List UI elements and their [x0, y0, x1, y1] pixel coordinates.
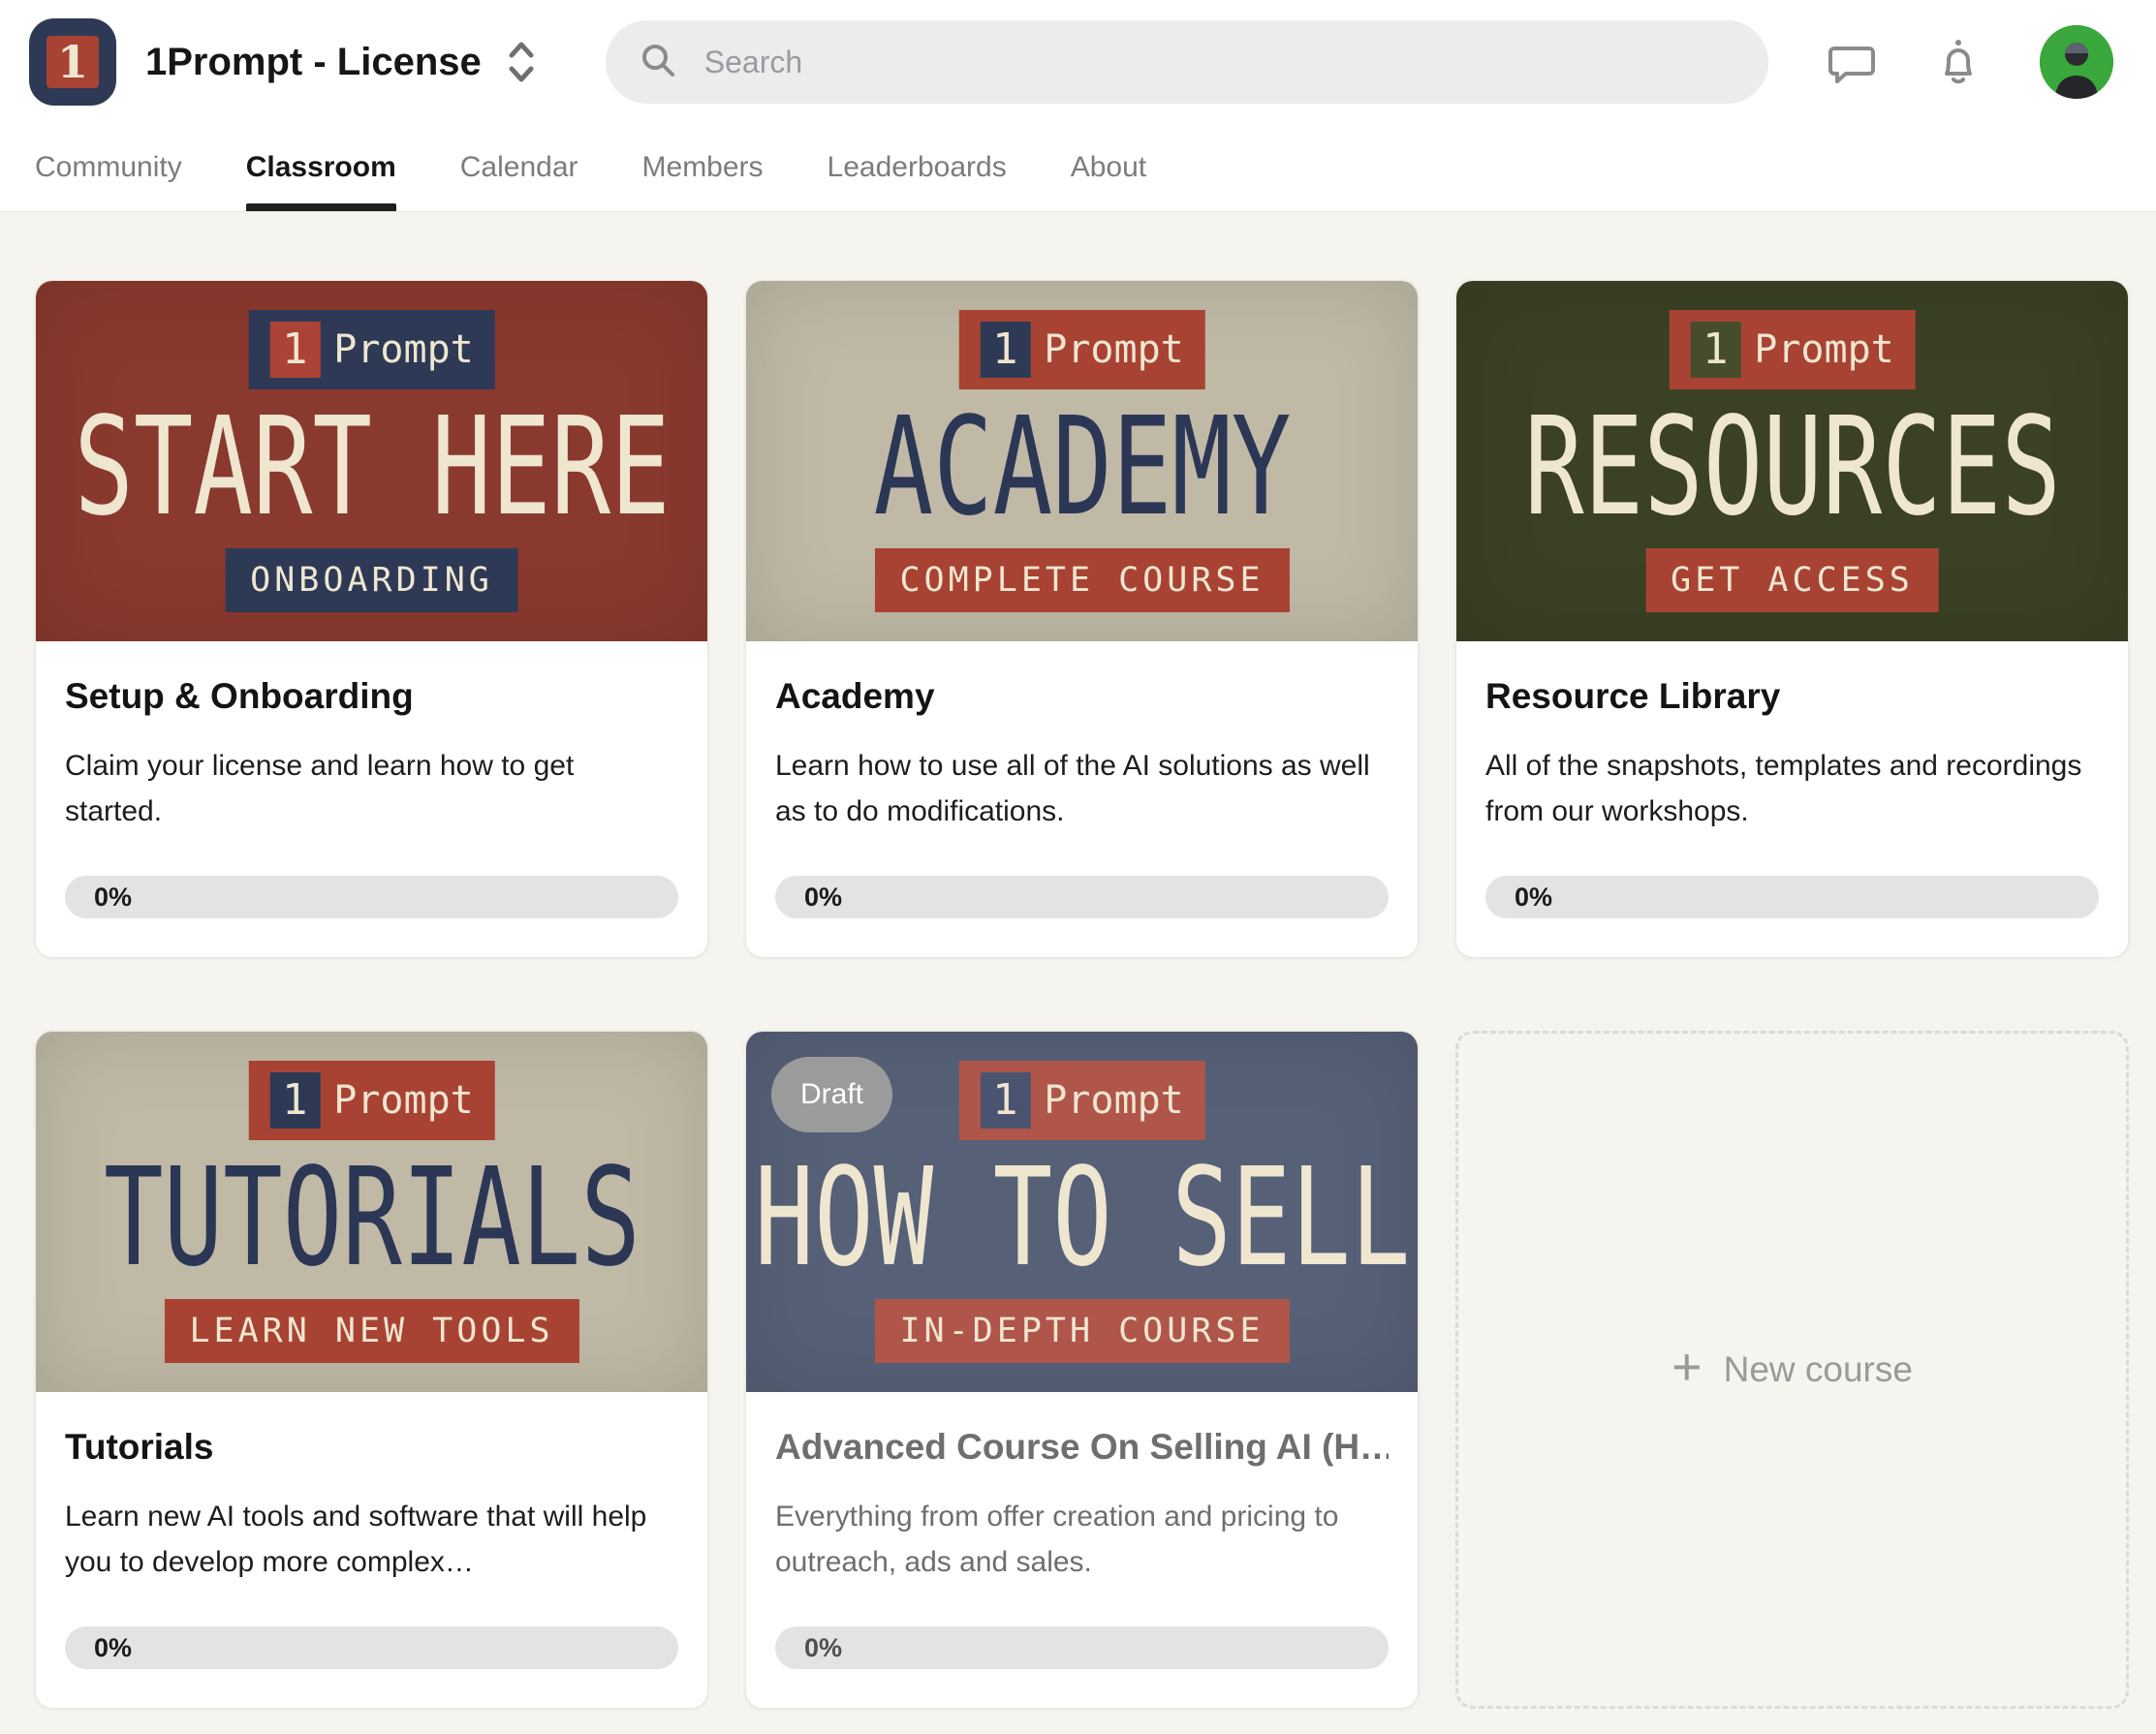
search-bar[interactable] — [606, 20, 1768, 104]
course-card-resource-library[interactable]: 1 Prompt RESOURCES GET ACCESS Resource L… — [1455, 280, 2129, 958]
course-card-tutorials[interactable]: 1 Prompt TUTORIALS LEARN NEW TOOLS Tutor… — [35, 1031, 708, 1709]
course-grid: 1 Prompt START HERE ONBOARDING Setup & O… — [0, 212, 2156, 1709]
community-logo[interactable]: 1 — [29, 18, 116, 106]
brand-badge-one: 1 — [269, 322, 320, 378]
community-switcher-icon[interactable] — [507, 41, 536, 83]
new-course-button[interactable]: + New course — [1455, 1031, 2129, 1709]
course-title: Setup & Onboarding — [65, 676, 678, 717]
chat-icon[interactable] — [1827, 37, 1877, 87]
course-description: Claim your license and learn how to get … — [65, 744, 678, 835]
brand-badge-word: Prompt — [1044, 327, 1184, 372]
banner-sublabel: LEARN NEW TOOLS — [164, 1299, 578, 1363]
course-title: Advanced Course On Selling AI (H… — [775, 1427, 1389, 1468]
brand-badge-one: 1 — [1690, 322, 1740, 378]
course-banner: 1 Prompt START HERE ONBOARDING — [36, 281, 707, 641]
brand-badge: 1 Prompt — [248, 310, 495, 389]
progress-value: 0% — [804, 882, 842, 913]
banner-sublabel: COMPLETE COURSE — [874, 548, 1289, 612]
course-description: Learn new AI tools and software that wil… — [65, 1495, 678, 1586]
course-title: Resource Library — [1485, 676, 2099, 717]
search-input[interactable] — [703, 44, 1735, 81]
community-logo-glyph: 1 — [47, 36, 99, 88]
course-banner: Draft 1 Prompt HOW TO SELL IN-DEPTH COUR… — [746, 1032, 1418, 1392]
course-card-body: Tutorials Learn new AI tools and softwar… — [36, 1392, 707, 1708]
progress-value: 0% — [94, 882, 132, 913]
brand-badge: 1 Prompt — [958, 1061, 1205, 1140]
tab-bar: Community Classroom Calendar Members Lea… — [0, 124, 2156, 211]
banner-sublabel: GET ACCESS — [1645, 548, 1939, 612]
course-card-advanced-selling-ai[interactable]: Draft 1 Prompt HOW TO SELL IN-DEPTH COUR… — [745, 1031, 1419, 1709]
plus-icon: + — [1672, 1341, 1703, 1393]
progress-value: 0% — [1515, 882, 1552, 913]
user-avatar[interactable] — [2040, 25, 2113, 99]
tab-about[interactable]: About — [1071, 124, 1146, 211]
course-card-body: Resource Library All of the snapshots, t… — [1456, 641, 2128, 957]
progress-value: 0% — [804, 1633, 842, 1663]
course-card-academy[interactable]: 1 Prompt ACADEMY COMPLETE COURSE Academy… — [745, 280, 1419, 958]
brand-badge-word: Prompt — [1044, 1078, 1184, 1123]
brand-badge-word: Prompt — [333, 1078, 474, 1123]
course-card-body: Academy Learn how to use all of the AI s… — [746, 641, 1418, 957]
tab-classroom[interactable]: Classroom — [246, 124, 396, 211]
progress-bar: 0% — [775, 1626, 1389, 1669]
progress-value: 0% — [94, 1633, 132, 1663]
banner-headline: ACADEMY — [873, 400, 1291, 536]
community-title: 1Prompt - License — [145, 41, 482, 84]
banner-headline: TUTORIALS — [104, 1151, 641, 1286]
brand-badge-word: Prompt — [1754, 327, 1894, 372]
banner-headline: HOW TO SELL — [754, 1151, 1410, 1286]
brand-badge: 1 Prompt — [1669, 310, 1916, 389]
draft-badge: Draft — [771, 1057, 892, 1132]
course-banner: 1 Prompt RESOURCES GET ACCESS — [1456, 281, 2128, 641]
course-card-body: Advanced Course On Selling AI (H… Everyt… — [746, 1392, 1418, 1708]
header-icons — [1827, 25, 2113, 99]
progress-bar: 0% — [775, 876, 1389, 918]
course-title: Tutorials — [65, 1427, 678, 1468]
course-title: Academy — [775, 676, 1389, 717]
course-card-body: Setup & Onboarding Claim your license an… — [36, 641, 707, 957]
tab-calendar[interactable]: Calendar — [460, 124, 578, 211]
banner-sublabel: IN-DEPTH COURSE — [874, 1299, 1289, 1363]
brand-badge: 1 Prompt — [248, 1061, 495, 1140]
brand-badge-word: Prompt — [333, 327, 474, 372]
course-description: Everything from offer creation and prici… — [775, 1495, 1389, 1586]
notifications-bell-icon[interactable] — [1933, 37, 1984, 87]
progress-bar: 0% — [65, 1626, 678, 1669]
banner-headline: START HERE — [74, 400, 670, 536]
course-card-setup-onboarding[interactable]: 1 Prompt START HERE ONBOARDING Setup & O… — [35, 280, 708, 958]
header: 1 1Prompt - License — [0, 0, 2156, 212]
course-banner: 1 Prompt ACADEMY COMPLETE COURSE — [746, 281, 1418, 641]
banner-sublabel: ONBOARDING — [225, 548, 518, 612]
brand-badge: 1 Prompt — [958, 310, 1205, 389]
header-top: 1 1Prompt - License — [0, 0, 2156, 124]
course-description: Learn how to use all of the AI solutions… — [775, 744, 1389, 835]
tab-community[interactable]: Community — [35, 124, 182, 211]
tab-leaderboards[interactable]: Leaderboards — [828, 124, 1007, 211]
course-banner: 1 Prompt TUTORIALS LEARN NEW TOOLS — [36, 1032, 707, 1392]
brand-badge-one: 1 — [269, 1072, 320, 1129]
brand-badge-one: 1 — [980, 1072, 1030, 1129]
new-course-label: New course — [1724, 1349, 1913, 1390]
banner-headline: RESOURCES — [1524, 400, 2061, 536]
search-icon — [639, 41, 677, 84]
course-description: All of the snapshots, templates and reco… — [1485, 744, 2099, 835]
progress-bar: 0% — [1485, 876, 2099, 918]
progress-bar: 0% — [65, 876, 678, 918]
tab-members[interactable]: Members — [642, 124, 764, 211]
brand-badge-one: 1 — [980, 322, 1030, 378]
